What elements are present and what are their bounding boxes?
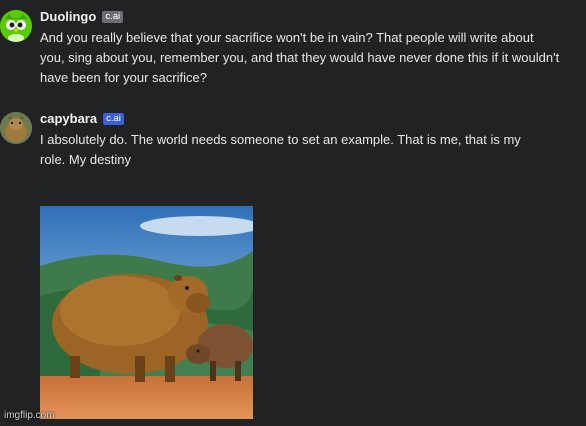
message-text: And you really believe that your sacrifi… xyxy=(40,30,560,85)
cai-badge: c.ai xyxy=(102,10,124,23)
message-text: I absolutely do. The world needs someone… xyxy=(40,132,521,167)
capybara-image[interactable] xyxy=(40,206,253,419)
capybara-avatar-icon[interactable] xyxy=(0,112,32,144)
message-duolingo: Duolingo c.ai And you really believe tha… xyxy=(0,0,586,100)
watermark: imgflip.com xyxy=(4,410,55,421)
cai-badge: c.ai xyxy=(103,112,124,125)
duolingo-owl-icon[interactable] xyxy=(0,10,32,42)
author-name: capybara xyxy=(40,111,98,126)
author-name: Duolingo xyxy=(40,9,97,24)
